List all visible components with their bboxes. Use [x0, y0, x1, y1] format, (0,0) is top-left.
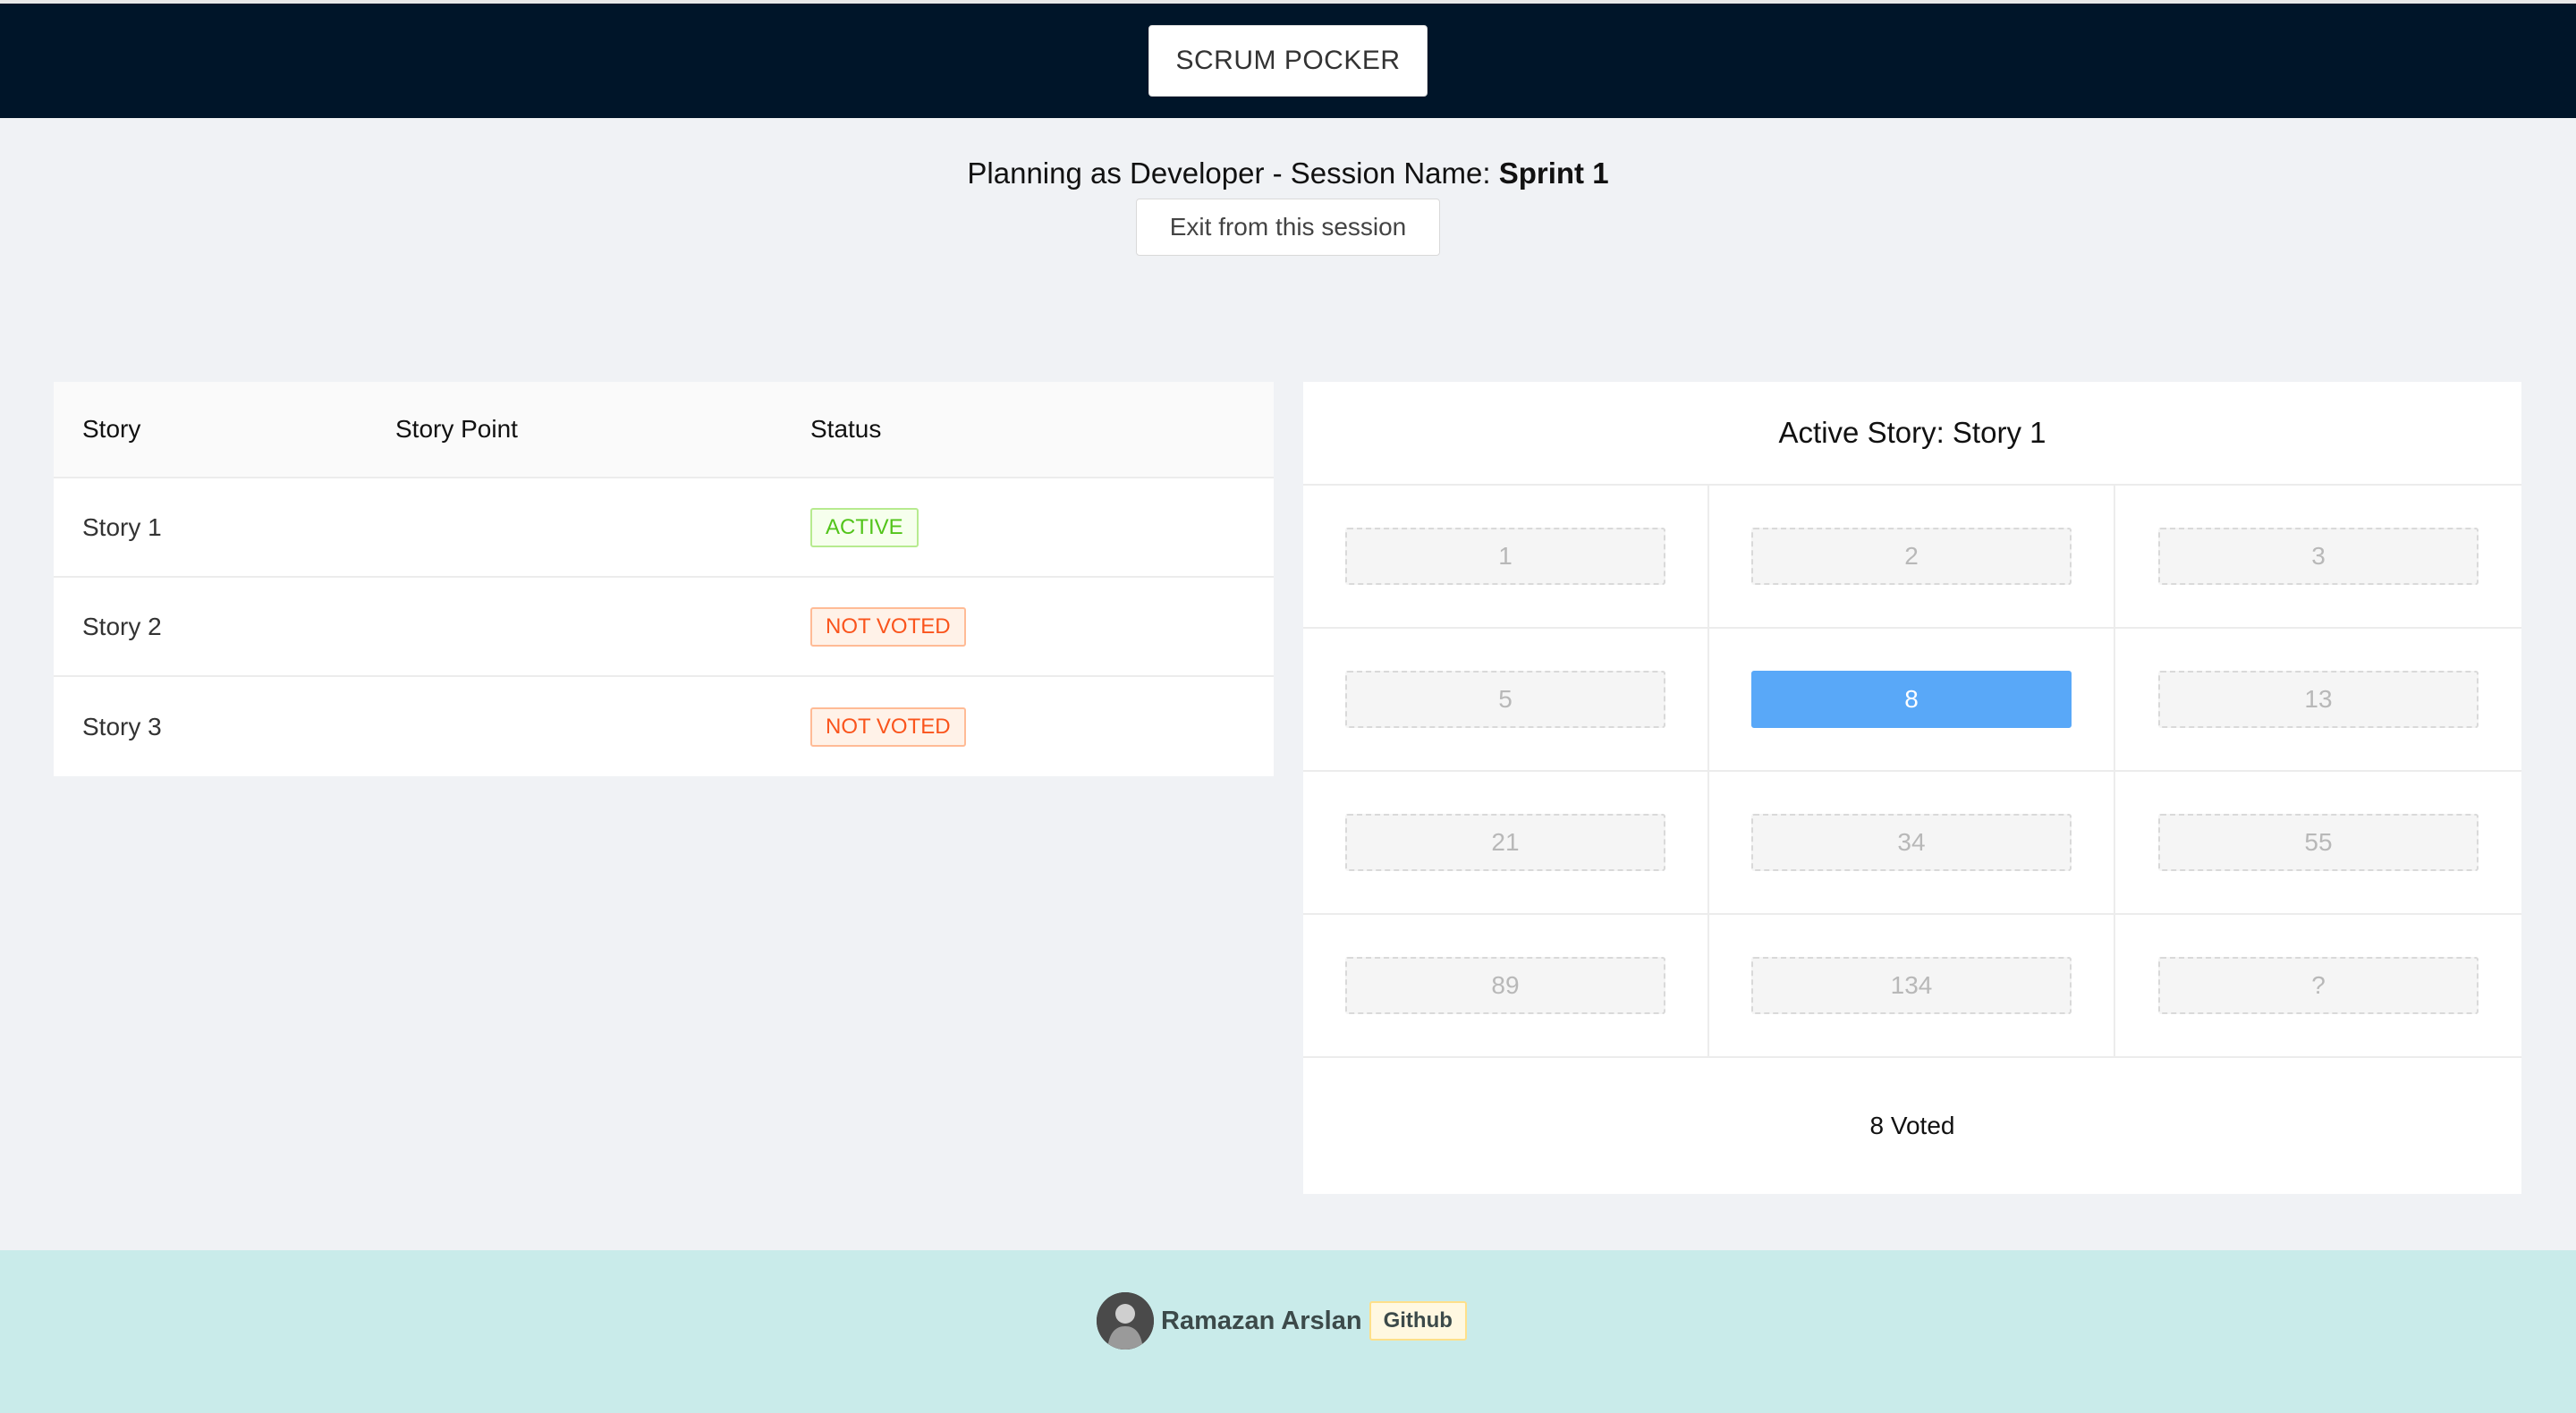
story-name: Story 3 [82, 712, 162, 740]
exit-session-button[interactable]: Exit from this session [1136, 199, 1440, 256]
status-cell: NOT VOTED [810, 578, 966, 675]
vote-card-question[interactable]: ? [2158, 957, 2479, 1014]
vote-card-5[interactable]: 5 [1345, 671, 1665, 728]
active-story-title: Active Story: Story 1 [1303, 382, 2521, 486]
vote-card-3[interactable]: 3 [2158, 528, 2479, 585]
top-header: SCRUM POCKER [0, 0, 2576, 118]
status-badge: NOT VOTED [810, 606, 966, 647]
story-name: Story 2 [82, 612, 162, 640]
stories-table: Story Story Point Status Story 1 ACTIVE … [54, 382, 1274, 776]
vote-card-1[interactable]: 1 [1345, 528, 1665, 585]
status-cell: NOT VOTED [810, 677, 966, 776]
voting-panel: Active Story: Story 1 1 2 3 5 8 13 21 34… [1303, 382, 2521, 1194]
table-row[interactable]: Story 1 ACTIVE [54, 478, 1274, 578]
vote-card-13[interactable]: 13 [2158, 671, 2479, 728]
author-credit: Ramazan Arslan Github [1097, 1292, 1467, 1350]
app-title-button[interactable]: SCRUM POCKER [1148, 25, 1428, 97]
table-header-row: Story Story Point Status [54, 382, 1274, 478]
status-badge: ACTIVE [810, 507, 919, 547]
voted-count: 8 Voted [1869, 1112, 1955, 1139]
avatar [1097, 1292, 1154, 1350]
column-header-status: Status [810, 415, 882, 443]
session-heading: Planning as Developer - Session Name: Sp… [0, 157, 2576, 190]
vote-card-134[interactable]: 134 [1751, 957, 2072, 1014]
table-row[interactable]: Story 2 NOT VOTED [54, 578, 1274, 677]
person-icon [1097, 1292, 1154, 1350]
vote-card-grid: 1 2 3 5 8 13 21 34 55 89 134 ? [1303, 486, 2521, 1058]
session-heading-prefix: Planning as Developer - Session Name: [967, 157, 1499, 190]
status-cell: ACTIVE [810, 478, 919, 576]
vote-card-34[interactable]: 34 [1751, 814, 2072, 871]
vote-card-89[interactable]: 89 [1345, 957, 1665, 1014]
footer: Ramazan Arslan Github [0, 1250, 2576, 1413]
vote-card-21[interactable]: 21 [1345, 814, 1665, 871]
vote-card-2[interactable]: 2 [1751, 528, 2072, 585]
session-name: Sprint 1 [1498, 157, 1609, 190]
column-header-story-point: Story Point [395, 415, 518, 443]
story-name: Story 1 [82, 512, 162, 541]
status-badge: NOT VOTED [810, 706, 966, 747]
author-name: Ramazan Arslan [1161, 1306, 1362, 1335]
table-row[interactable]: Story 3 NOT VOTED [54, 677, 1274, 776]
github-link[interactable]: Github [1368, 1301, 1467, 1341]
vote-card-8-selected[interactable]: 8 [1751, 671, 2072, 728]
column-header-story: Story [82, 415, 141, 443]
vote-card-55[interactable]: 55 [2158, 814, 2479, 871]
